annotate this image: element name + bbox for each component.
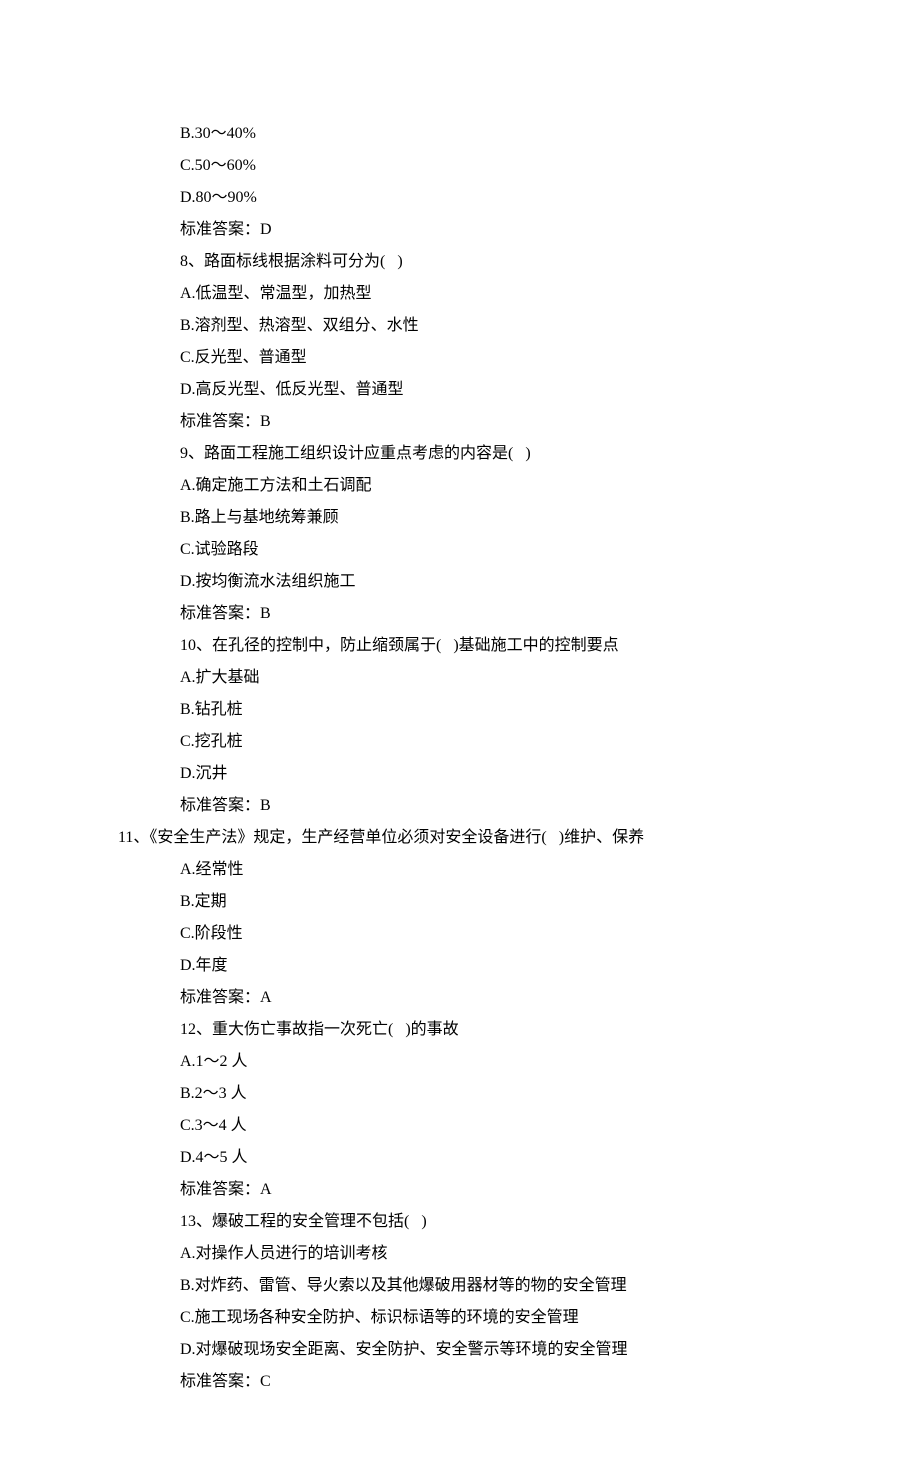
text-line: D.高反光型、低反光型、普通型 bbox=[80, 374, 840, 406]
text-line: B.钻孔桩 bbox=[80, 694, 840, 726]
text-line: C.施工现场各种安全防护、标识标语等的环境的安全管理 bbox=[80, 1302, 840, 1334]
text-line: 13、爆破工程的安全管理不包括( ) bbox=[80, 1206, 840, 1238]
text-line: D.4～5 人 bbox=[80, 1142, 840, 1174]
text-line: 标准答案：B bbox=[80, 406, 840, 438]
text-line: C.3～4 人 bbox=[80, 1110, 840, 1142]
text-line: C.挖孔桩 bbox=[80, 726, 840, 758]
text-line: 标准答案：C bbox=[80, 1366, 840, 1398]
text-line: 标准答案：A bbox=[80, 1174, 840, 1206]
document-body: B.30～40%C.50～60%D.80～90%标准答案：D8、路面标线根据涂料… bbox=[80, 118, 840, 1398]
text-line: B.溶剂型、热溶型、双组分、水性 bbox=[80, 310, 840, 342]
text-line: B.30～40% bbox=[80, 118, 840, 150]
text-line: A.扩大基础 bbox=[80, 662, 840, 694]
text-line: 标准答案：D bbox=[80, 214, 840, 246]
text-line: A.经常性 bbox=[80, 854, 840, 886]
text-line: C.阶段性 bbox=[80, 918, 840, 950]
text-line: A.确定施工方法和土石调配 bbox=[80, 470, 840, 502]
text-line: A.1～2 人 bbox=[80, 1046, 840, 1078]
text-line: B.路上与基地统筹兼顾 bbox=[80, 502, 840, 534]
text-line: D.沉井 bbox=[80, 758, 840, 790]
text-line: 12、重大伤亡事故指一次死亡( )的事故 bbox=[80, 1014, 840, 1046]
text-line: A.对操作人员进行的培训考核 bbox=[80, 1238, 840, 1270]
text-line: C.试验路段 bbox=[80, 534, 840, 566]
text-line: B.定期 bbox=[80, 886, 840, 918]
text-line: B.2～3 人 bbox=[80, 1078, 840, 1110]
text-line: D.对爆破现场安全距离、安全防护、安全警示等环境的安全管理 bbox=[80, 1334, 840, 1366]
text-line: D.年度 bbox=[80, 950, 840, 982]
text-line: D.80～90% bbox=[80, 182, 840, 214]
text-line: 标准答案：A bbox=[80, 982, 840, 1014]
text-line: 9、路面工程施工组织设计应重点考虑的内容是( ) bbox=[80, 438, 840, 470]
text-line: C.50～60% bbox=[80, 150, 840, 182]
text-line: D.按均衡流水法组织施工 bbox=[80, 566, 840, 598]
text-line: A.低温型、常温型，加热型 bbox=[80, 278, 840, 310]
text-line: B.对炸药、雷管、导火索以及其他爆破用器材等的物的安全管理 bbox=[80, 1270, 840, 1302]
text-line: 10、在孔径的控制中，防止缩颈属于( )基础施工中的控制要点 bbox=[80, 630, 840, 662]
text-line: 8、路面标线根据涂料可分为( ) bbox=[80, 246, 840, 278]
text-line: 11、《安全生产法》规定，生产经营单位必须对安全设备进行( )维护、保养 bbox=[80, 822, 840, 854]
text-line: C.反光型、普通型 bbox=[80, 342, 840, 374]
text-line: 标准答案：B bbox=[80, 598, 840, 630]
text-line: 标准答案：B bbox=[80, 790, 840, 822]
